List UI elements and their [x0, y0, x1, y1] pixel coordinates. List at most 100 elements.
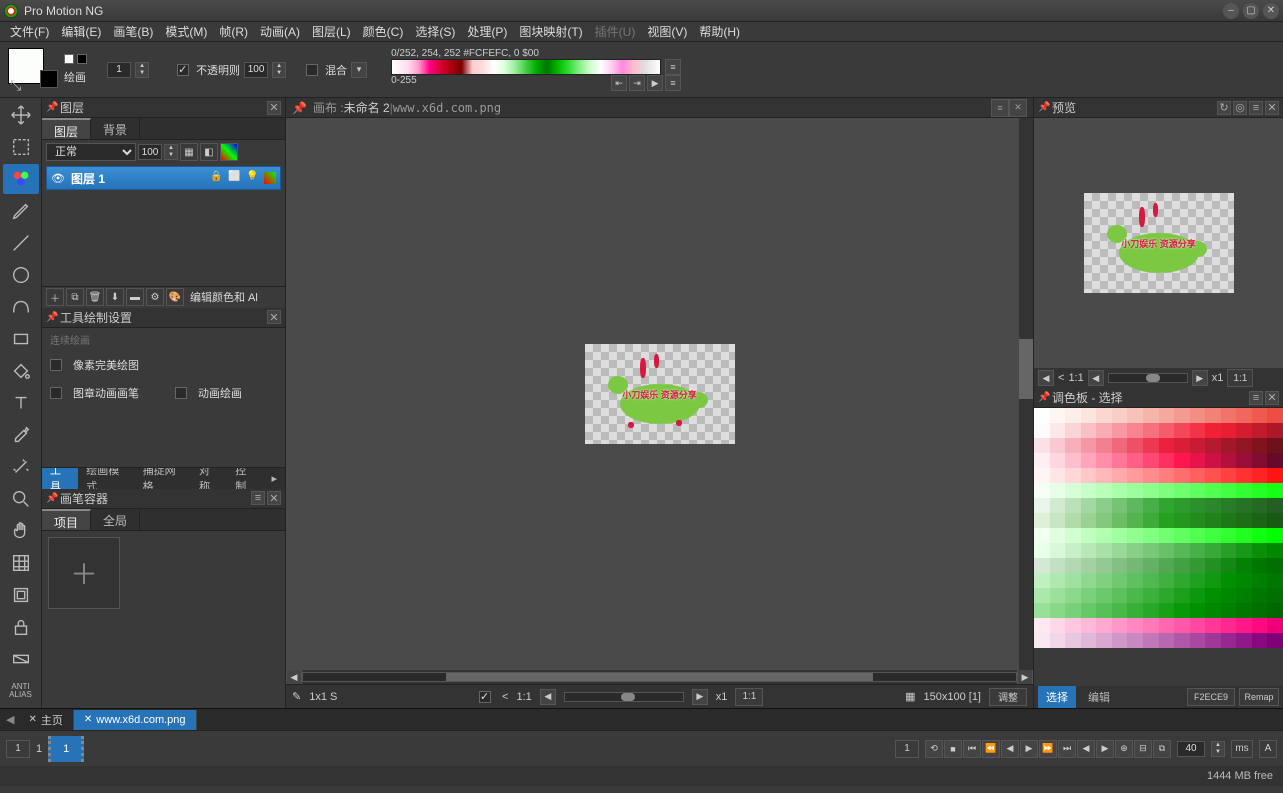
palette-cell[interactable]	[1159, 423, 1175, 438]
canvas-close-icon[interactable]: ✕	[1009, 99, 1027, 117]
opt-anim-draw-checkbox[interactable]	[175, 387, 187, 399]
palette-cell[interactable]	[1221, 543, 1237, 558]
palette-cell[interactable]	[1190, 423, 1206, 438]
palette-cell[interactable]	[1159, 498, 1175, 513]
layer-merge-icon[interactable]: ⬇	[106, 288, 124, 306]
palette-cell[interactable]	[1034, 468, 1050, 483]
hscroll-left-icon[interactable]: ◀	[286, 669, 302, 685]
palette-cell[interactable]	[1112, 468, 1128, 483]
palette-cell[interactable]	[1252, 633, 1268, 648]
palette-cell[interactable]	[1190, 573, 1206, 588]
palette-cell[interactable]	[1127, 483, 1143, 498]
frame-dup-icon[interactable]: ⧉	[1153, 740, 1171, 758]
palette-cell[interactable]	[1205, 603, 1221, 618]
palette-cell[interactable]	[1096, 618, 1112, 633]
palette-cell[interactable]	[1034, 543, 1050, 558]
palette-cell[interactable]	[1267, 573, 1283, 588]
tool-antialias-icon[interactable]: ANTIALIAS	[3, 676, 39, 706]
frame-speed-input[interactable]	[1177, 741, 1205, 757]
palette-cell[interactable]	[1034, 513, 1050, 528]
palette-cell[interactable]	[1252, 618, 1268, 633]
prev-hscroll-left-icon[interactable]: ◀	[1038, 370, 1054, 386]
palette-cell[interactable]	[1267, 528, 1283, 543]
palette-cell[interactable]	[1143, 468, 1159, 483]
palette-cell[interactable]	[1065, 438, 1081, 453]
palette-cell[interactable]	[1190, 453, 1206, 468]
palette-cell[interactable]	[1034, 453, 1050, 468]
palette-cell[interactable]	[1050, 573, 1066, 588]
pal-remap-button[interactable]: Remap	[1239, 688, 1279, 706]
palette-cell[interactable]	[1174, 498, 1190, 513]
zoom-slider[interactable]	[564, 692, 684, 702]
palette-cell[interactable]	[1267, 498, 1283, 513]
canvas-menu-icon[interactable]: ≡	[991, 99, 1009, 117]
palette-grid[interactable]	[1034, 408, 1283, 686]
palette-cell[interactable]	[1236, 438, 1252, 453]
palette-cell[interactable]	[1034, 423, 1050, 438]
palette-cell[interactable]	[1174, 558, 1190, 573]
palette-cell[interactable]	[1190, 468, 1206, 483]
layer-footer-label[interactable]: 编辑颜色和 Al	[190, 289, 258, 305]
pin-icon[interactable]: 📌	[1038, 392, 1048, 403]
palette-cell[interactable]	[1050, 618, 1066, 633]
palette-cell[interactable]	[1159, 603, 1175, 618]
speed-mode-button[interactable]: A	[1259, 740, 1277, 758]
palette-cell[interactable]	[1267, 618, 1283, 633]
palette-cell[interactable]	[1174, 513, 1190, 528]
tab-background[interactable]: 背景	[91, 118, 140, 139]
palette-cell[interactable]	[1065, 588, 1081, 603]
palette-cell[interactable]	[1221, 513, 1237, 528]
layer-flat-icon[interactable]: ▬	[126, 288, 144, 306]
tool-grid-icon[interactable]	[3, 548, 39, 578]
menu-layer[interactable]: 图层(L)	[306, 23, 357, 40]
palette-cell[interactable]	[1143, 588, 1159, 603]
palette-cell[interactable]	[1034, 483, 1050, 498]
palette-cell[interactable]	[1174, 618, 1190, 633]
mini-swatch-black[interactable]	[77, 54, 87, 64]
palette-cell[interactable]	[1143, 558, 1159, 573]
palette-cell[interactable]	[1096, 588, 1112, 603]
palette-cell[interactable]	[1143, 423, 1159, 438]
swap-colors-icon[interactable]: ⤡	[10, 77, 21, 94]
palette-cell[interactable]	[1081, 528, 1097, 543]
brush-size-spinner[interactable]: ▲▼	[135, 62, 149, 78]
palette-cell[interactable]	[1127, 558, 1143, 573]
tool-circle-icon[interactable]	[3, 260, 39, 290]
palette-cell[interactable]	[1065, 498, 1081, 513]
palette-cell[interactable]	[1127, 588, 1143, 603]
palette-cell[interactable]	[1065, 453, 1081, 468]
palette-cell[interactable]	[1221, 408, 1237, 423]
palette-cell[interactable]	[1112, 543, 1128, 558]
palette-cell[interactable]	[1267, 468, 1283, 483]
palette-cell[interactable]	[1190, 513, 1206, 528]
palette-cell[interactable]	[1127, 528, 1143, 543]
palette-cell[interactable]	[1096, 498, 1112, 513]
zoom-11-button[interactable]: 1:1	[735, 688, 763, 706]
palette-cell[interactable]	[1050, 588, 1066, 603]
palette-cell[interactable]	[1221, 423, 1237, 438]
doctab-file-close-icon[interactable]: ✕	[84, 714, 92, 725]
palette-cell[interactable]	[1252, 408, 1268, 423]
layer-color-icon[interactable]	[264, 172, 276, 184]
adjust-button[interactable]: 调整	[989, 688, 1027, 706]
pin-icon[interactable]: 📌	[1038, 102, 1048, 113]
palette-cell[interactable]	[1127, 573, 1143, 588]
palette-cell[interactable]	[1159, 633, 1175, 648]
palette-cell[interactable]	[1236, 558, 1252, 573]
opacity-spinner[interactable]: ▲▼	[272, 62, 286, 78]
preview-viewport[interactable]: 小刀娱乐 资源分享	[1034, 118, 1283, 368]
menu-help[interactable]: 帮助(H)	[693, 23, 746, 40]
palette-cell[interactable]	[1267, 453, 1283, 468]
palette-cell[interactable]	[1034, 408, 1050, 423]
panel-close-icon[interactable]: ✕	[267, 101, 281, 115]
palette-cell[interactable]	[1159, 558, 1175, 573]
palette-cell[interactable]	[1159, 543, 1175, 558]
palette-cell[interactable]	[1127, 498, 1143, 513]
palette-cell[interactable]	[1205, 453, 1221, 468]
palette-cell[interactable]	[1174, 438, 1190, 453]
palette-cell[interactable]	[1065, 513, 1081, 528]
blend-mode-select[interactable]: 正常	[46, 143, 136, 161]
panel-close-icon[interactable]: ✕	[267, 310, 281, 324]
close-button[interactable]: ✕	[1263, 3, 1279, 19]
palette-cell[interactable]	[1221, 603, 1237, 618]
